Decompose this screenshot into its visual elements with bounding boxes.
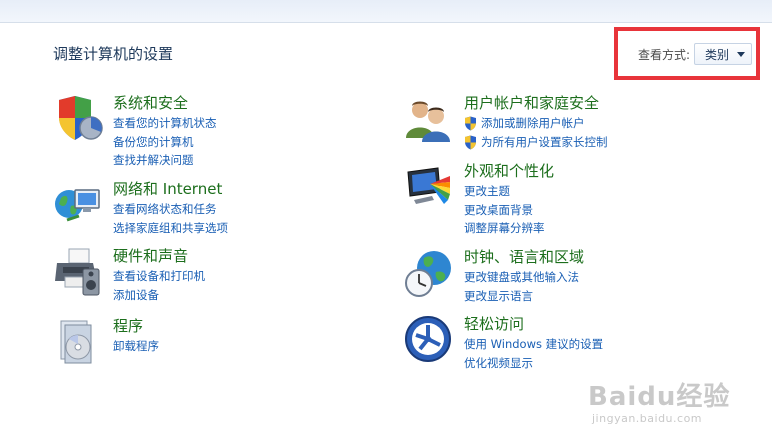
link-backup-computer[interactable]: 备份您的计算机 bbox=[113, 133, 217, 152]
link-homegroup-sharing[interactable]: 选择家庭组和共享选项 bbox=[113, 219, 228, 238]
ease-of-access-icon[interactable] bbox=[404, 315, 454, 365]
category-title[interactable]: 程序 bbox=[113, 317, 159, 336]
link-devices-printers[interactable]: 查看设备和打印机 bbox=[113, 267, 205, 286]
display-color-icon[interactable] bbox=[404, 162, 454, 212]
link-parental-controls[interactable]: 为所有用户设置家长控制 bbox=[464, 133, 608, 152]
link-screen-resolution[interactable]: 调整屏幕分辨率 bbox=[464, 219, 554, 238]
link-change-background[interactable]: 更改桌面背景 bbox=[464, 201, 554, 220]
users-icon[interactable] bbox=[404, 94, 454, 144]
watermark-url: jingyan.baidu.com bbox=[592, 412, 703, 425]
link-text: 为所有用户设置家长控制 bbox=[481, 134, 608, 149]
link-text: 添加或删除用户帐户 bbox=[481, 116, 585, 130]
network-globe-icon[interactable] bbox=[53, 180, 103, 230]
baidu-watermark: Baidu经验 jingyan.baidu.com bbox=[588, 376, 768, 436]
link-optimize-video[interactable]: 优化视频显示 bbox=[464, 354, 603, 373]
page-title: 调整计算机的设置 bbox=[53, 45, 174, 63]
link-change-display-language[interactable]: 更改显示语言 bbox=[464, 287, 584, 306]
clock-globe-icon[interactable] bbox=[404, 248, 454, 298]
category-title[interactable]: 网络和 Internet bbox=[113, 180, 228, 199]
link-uninstall-program[interactable]: 卸载程序 bbox=[113, 337, 159, 356]
category-title[interactable]: 时钟、语言和区域 bbox=[464, 248, 584, 267]
link-troubleshoot[interactable]: 查找并解决问题 bbox=[113, 151, 217, 170]
category-title[interactable]: 用户帐户和家庭安全 bbox=[464, 94, 608, 113]
uac-shield-icon bbox=[465, 116, 476, 131]
link-add-device[interactable]: 添加设备 bbox=[113, 286, 205, 305]
programs-disc-icon[interactable] bbox=[53, 317, 103, 367]
uac-shield-icon bbox=[465, 135, 476, 149]
window-top-band bbox=[0, 0, 772, 23]
category-title[interactable]: 外观和个性化 bbox=[464, 162, 554, 181]
shield-computer-icon[interactable] bbox=[53, 94, 103, 144]
link-network-status[interactable]: 查看网络状态和任务 bbox=[113, 200, 228, 219]
link-view-computer-status[interactable]: 查看您的计算机状态 bbox=[113, 114, 217, 133]
link-windows-recommended-settings[interactable]: 使用 Windows 建议的设置 bbox=[464, 335, 603, 354]
category-title[interactable]: 硬件和声音 bbox=[113, 247, 205, 266]
category-title[interactable]: 轻松访问 bbox=[464, 315, 603, 334]
link-change-keyboard[interactable]: 更改键盘或其他输入法 bbox=[464, 268, 584, 287]
category-title[interactable]: 系统和安全 bbox=[113, 94, 217, 113]
watermark-logo: Baidu经验 bbox=[588, 382, 731, 412]
link-change-theme[interactable]: 更改主题 bbox=[464, 182, 554, 201]
annotation-highlight-box bbox=[614, 27, 760, 80]
printer-speaker-icon[interactable] bbox=[53, 247, 103, 297]
link-add-remove-accounts[interactable]: 添加或删除用户帐户 bbox=[464, 114, 608, 133]
